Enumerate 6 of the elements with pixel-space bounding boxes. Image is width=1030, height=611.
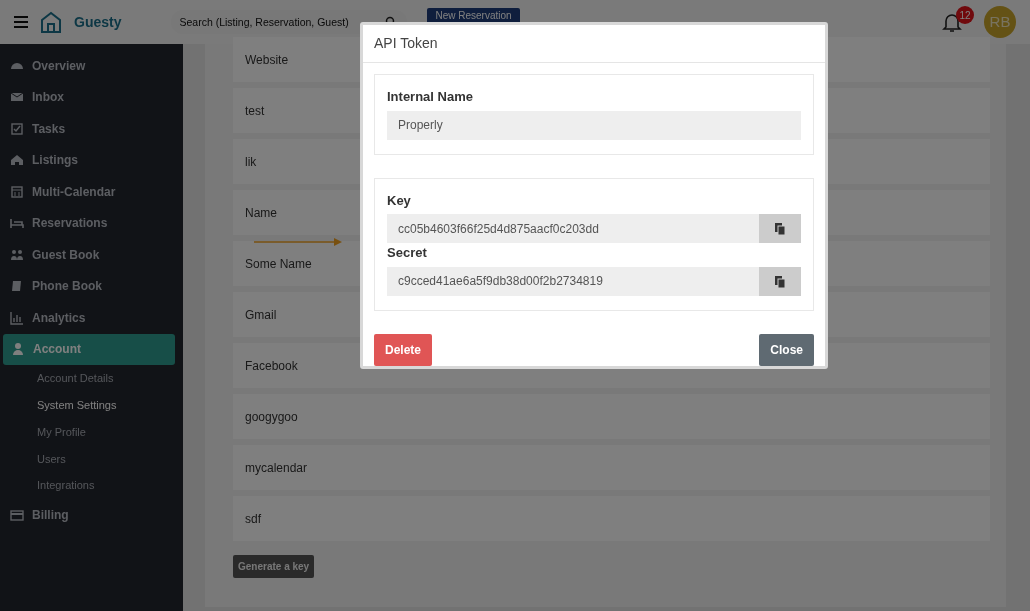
notification-count: 12 xyxy=(956,6,974,24)
field-label: Internal Name xyxy=(387,88,474,106)
modal-title: API Token xyxy=(374,34,438,53)
field-label: Secret xyxy=(387,244,428,262)
field-label: Key xyxy=(387,191,412,210)
brand-name: Guesty xyxy=(74,12,122,32)
